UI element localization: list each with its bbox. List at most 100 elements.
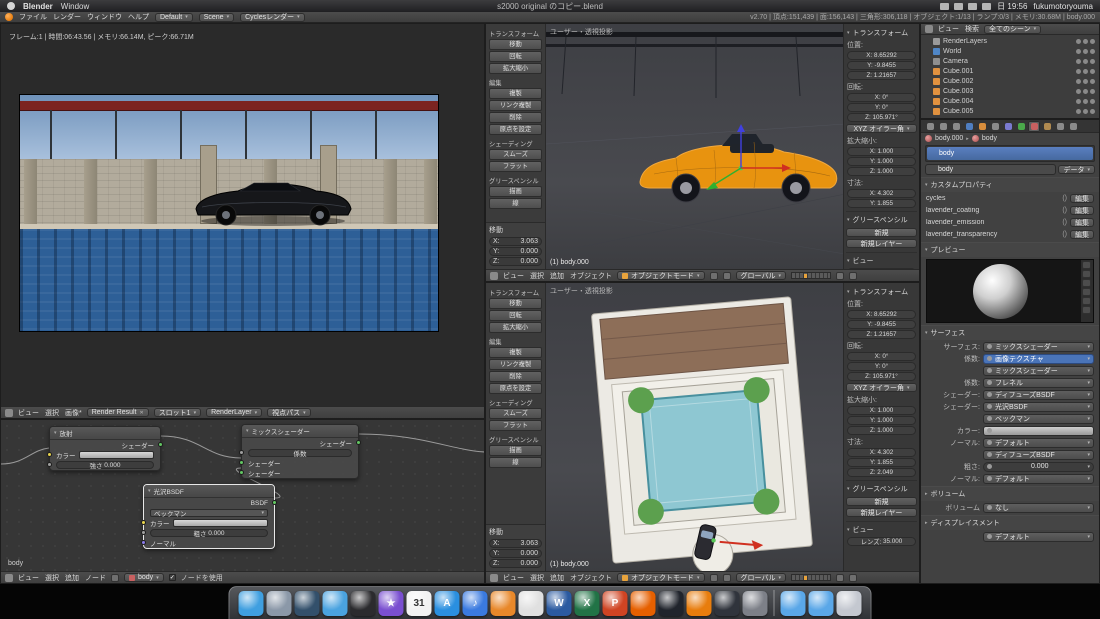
- scale-x-field[interactable]: X: 1.000: [847, 147, 916, 156]
- outliner-item[interactable]: Cube.002: [923, 76, 1097, 86]
- shader-select[interactable]: 光沢BSDF▾: [983, 402, 1094, 412]
- transform-orientation-select[interactable]: グローバル▾: [736, 573, 786, 582]
- tab-renderlayers[interactable]: [937, 121, 949, 132]
- pivot-point-icon[interactable]: [723, 574, 731, 582]
- viewport-editor-type-icon[interactable]: [490, 272, 498, 280]
- viewport-editor-type-icon[interactable]: [490, 574, 498, 582]
- shader-select[interactable]: ミックスシェーダー▾: [983, 342, 1094, 352]
- menubar-clock[interactable]: 日 19:56: [997, 1, 1027, 12]
- tab-object[interactable]: [976, 121, 988, 132]
- use-nodes-checkbox[interactable]: ✓: [169, 574, 176, 581]
- viewport-menu[interactable]: ビュー: [503, 271, 524, 281]
- tool-shelf-item[interactable]: 編集: [489, 337, 542, 346]
- tool-shelf-item[interactable]: 編集: [489, 78, 542, 87]
- custom-properties-panel-header[interactable]: ▾カスタムプロパティ: [921, 177, 1099, 192]
- visibility-toggle[interactable]: [1076, 89, 1081, 94]
- renderability-toggle[interactable]: [1090, 59, 1095, 64]
- glossy-roughness-field[interactable]: 粗さ 0.000: [150, 529, 268, 537]
- viewport-shading-icon[interactable]: [710, 574, 718, 582]
- layers-grid[interactable]: [791, 272, 831, 279]
- viewport-menu[interactable]: オブジェクト: [570, 573, 612, 583]
- selectability-toggle[interactable]: [1083, 39, 1088, 44]
- emission-color-swatch[interactable]: [79, 451, 155, 459]
- edit-property-button[interactable]: 編集: [1070, 230, 1094, 239]
- selectability-toggle[interactable]: [1083, 49, 1088, 54]
- outliner-menu[interactable]: 検索: [965, 24, 979, 34]
- glossy-color-swatch[interactable]: [173, 519, 269, 527]
- render-pass-select[interactable]: 視点パス▾: [267, 408, 311, 417]
- tab-physics[interactable]: [1067, 121, 1079, 132]
- blender-icon[interactable]: [687, 591, 712, 616]
- renderability-toggle[interactable]: [1090, 89, 1095, 94]
- renderability-toggle[interactable]: [1090, 69, 1095, 74]
- calendar-icon[interactable]: 31: [407, 591, 432, 616]
- loc-y-field[interactable]: Y: -9.8455: [847, 61, 916, 70]
- viewport-menu[interactable]: オブジェクト: [570, 271, 612, 281]
- shader-select[interactable]: ベックマン▾: [983, 414, 1094, 424]
- scale-z-field[interactable]: Z: 1.000: [847, 167, 916, 176]
- loc-z-field[interactable]: Z: 1.21657: [847, 330, 916, 339]
- glossy-distribution-select[interactable]: ベックマン▾: [150, 509, 268, 517]
- tool-shelf-item[interactable]: 回転: [489, 310, 542, 321]
- viewport-menu[interactable]: ビュー: [503, 573, 524, 583]
- node-editor-type-icon[interactable]: [5, 574, 13, 582]
- tool-shelf-item[interactable]: 移動: [489, 39, 542, 50]
- render-engine-select[interactable]: Cyclesレンダー▾: [240, 13, 305, 22]
- image-editor[interactable]: フレーム:1 | 時間:06:43.56 | メモリ:66.14M, ピーク:6…: [0, 23, 485, 419]
- lens-field[interactable]: レンズ: 35.000: [847, 537, 916, 546]
- shader-select[interactable]: ディフューズBSDF▾: [983, 390, 1094, 400]
- screen-layout-select[interactable]: Default▾: [155, 13, 193, 22]
- rot-y-field[interactable]: Y: 0°: [847, 103, 916, 112]
- tool-shelf-item[interactable]: トランスフォーム: [489, 288, 542, 297]
- rot-z-field[interactable]: Z: 105.971°: [847, 113, 916, 122]
- render-slot-select[interactable]: スロット1▾: [154, 408, 201, 417]
- viewport-menu[interactable]: 追加: [550, 573, 564, 583]
- tool-shelf-item[interactable]: 複製: [489, 88, 542, 99]
- rot-y-field[interactable]: Y: 0°: [847, 362, 916, 371]
- rotation-mode-select[interactable]: XYZ オイラー角▾: [846, 383, 917, 392]
- node-editor[interactable]: ▾放射 シェーダー カラー 強さ 0.000 ▾ミックスシェーダー シェーダー …: [0, 419, 485, 584]
- outliner-item[interactable]: Cube.004: [923, 96, 1097, 106]
- utility-app-icon[interactable]: [743, 591, 768, 616]
- outliner-editor-type-icon[interactable]: [925, 25, 933, 33]
- mode-select[interactable]: オブジェクトモード▾: [617, 573, 705, 582]
- safari-icon[interactable]: [295, 591, 320, 616]
- firefox-icon[interactable]: [631, 591, 656, 616]
- photos-icon[interactable]: [519, 591, 544, 616]
- node-editor-menu[interactable]: ノード: [85, 573, 106, 583]
- render-layer-select[interactable]: RenderLayer▾: [206, 408, 262, 417]
- preview-flat-button[interactable]: [1082, 261, 1091, 269]
- scale-x-field[interactable]: X: 1.000: [847, 406, 916, 415]
- material-data-link-button[interactable]: データ▾: [1058, 165, 1095, 174]
- tool-shelf-item[interactable]: 原点を設定: [489, 124, 542, 135]
- loc-z-field[interactable]: Z: 1.21657: [847, 71, 916, 80]
- layers-grid[interactable]: [791, 574, 831, 581]
- shader-select[interactable]: 0.000▾: [983, 462, 1094, 472]
- outliner-item[interactable]: Cube.001: [923, 66, 1097, 76]
- star-app-icon[interactable]: ★: [379, 591, 404, 616]
- image-editor-menu[interactable]: 画像*: [65, 408, 82, 418]
- apple-menu-icon[interactable]: [7, 2, 15, 10]
- opengl-render-icon[interactable]: [849, 574, 857, 582]
- dim-y-field[interactable]: Y: 1.855: [847, 458, 916, 467]
- viewport-menu[interactable]: 選択: [530, 573, 544, 583]
- rotation-mode-select[interactable]: XYZ オイラー角▾: [846, 124, 917, 133]
- word-icon[interactable]: W: [547, 591, 572, 616]
- tool-shelf-item[interactable]: リンク複製: [489, 359, 542, 370]
- viewport-bottom[interactable]: トランスフォーム移動回転拡大縮小編集複製リンク複製削除原点を設定シェーディングス…: [485, 282, 920, 584]
- operator-value-field[interactable]: Y:0.000: [489, 247, 542, 256]
- shader-select[interactable]: ミックスシェーダー▾: [983, 366, 1094, 376]
- shader-select[interactable]: ディフューズBSDF▾: [983, 450, 1094, 460]
- shader-select[interactable]: フレネル▾: [983, 378, 1094, 388]
- preview-panel-header[interactable]: ▾プレビュー: [921, 242, 1099, 257]
- outliner-item[interactable]: World: [923, 46, 1097, 56]
- dim-z-field[interactable]: Z: 2.049: [847, 468, 916, 477]
- viewport-top[interactable]: トランスフォーム移動回転拡大縮小編集複製リンク複製削除原点を設定シェーディングス…: [485, 23, 920, 282]
- scene-select[interactable]: Scene▾: [199, 13, 234, 22]
- itunes-icon[interactable]: ♪: [463, 591, 488, 616]
- outliner-item[interactable]: RenderLayers: [923, 36, 1097, 46]
- tool-shelf-item[interactable]: 削除: [489, 112, 542, 123]
- rot-x-field[interactable]: X: 0°: [847, 93, 916, 102]
- volume-panel-header[interactable]: ▸ボリューム: [921, 486, 1099, 501]
- visibility-toggle[interactable]: [1076, 79, 1081, 84]
